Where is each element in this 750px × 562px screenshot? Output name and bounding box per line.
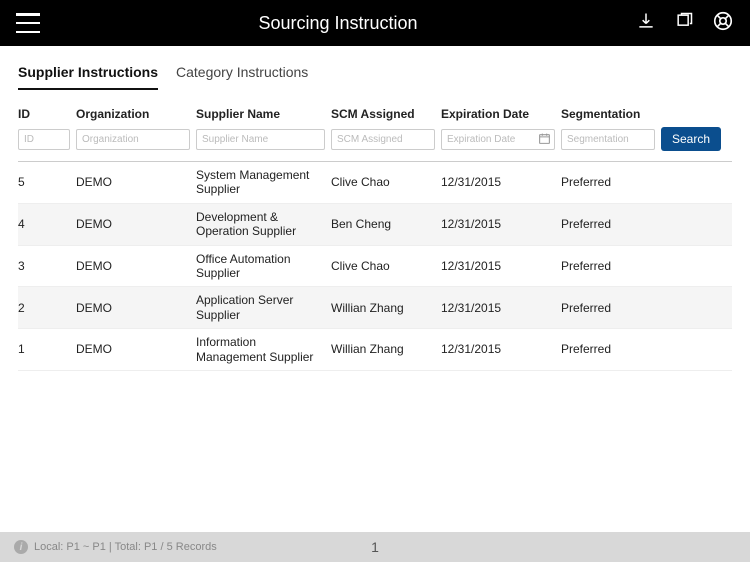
cell-expiration-date: 12/31/2015 (441, 259, 561, 273)
status-text: Local: P1 ~ P1 | Total: P1 / 5 Records (34, 541, 217, 553)
help-icon[interactable] (712, 10, 734, 37)
col-scm-assigned: SCM Assigned (331, 107, 441, 125)
column-headers: ID Organization Supplier Name SCM Assign… (18, 107, 732, 125)
app-header: Sourcing Instruction (0, 0, 750, 46)
col-id: ID (18, 107, 76, 125)
calendar-icon[interactable] (538, 132, 551, 148)
cell-scm-assigned: Ben Cheng (331, 217, 441, 231)
info-icon: i (14, 540, 28, 554)
cell-supplier-name: Information Management Supplier (196, 335, 331, 364)
cell-organization: DEMO (76, 217, 196, 231)
cell-supplier-name: Application Server Supplier (196, 293, 331, 322)
filter-scm-assigned[interactable] (331, 129, 435, 150)
table-row[interactable]: 1DEMOInformation Management SupplierWill… (18, 329, 732, 371)
windows-icon[interactable] (674, 11, 694, 36)
filter-organization[interactable] (76, 129, 190, 150)
col-expiration-date: Expiration Date (441, 107, 561, 125)
cell-segmentation: Preferred (561, 259, 661, 273)
menu-icon[interactable] (16, 13, 40, 33)
cell-organization: DEMO (76, 342, 196, 356)
status-bar: i Local: P1 ~ P1 | Total: P1 / 5 Records… (0, 532, 750, 562)
table-body: 5DEMOSystem Management SupplierClive Cha… (18, 162, 732, 371)
col-supplier-name: Supplier Name (196, 107, 331, 125)
tabs: Supplier Instructions Category Instructi… (18, 64, 732, 91)
tab-category-instructions[interactable]: Category Instructions (176, 64, 308, 90)
cell-expiration-date: 12/31/2015 (441, 342, 561, 356)
cell-segmentation: Preferred (561, 217, 661, 231)
page-title: Sourcing Instruction (40, 13, 636, 34)
search-button[interactable]: Search (661, 127, 721, 151)
cell-segmentation: Preferred (561, 175, 661, 189)
cell-expiration-date: 12/31/2015 (441, 175, 561, 189)
cell-organization: DEMO (76, 259, 196, 273)
download-icon[interactable] (636, 11, 656, 36)
cell-supplier-name: System Management Supplier (196, 168, 331, 197)
cell-scm-assigned: Willian Zhang (331, 301, 441, 315)
filter-segmentation[interactable] (561, 129, 655, 150)
cell-scm-assigned: Clive Chao (331, 259, 441, 273)
cell-supplier-name: Development & Operation Supplier (196, 210, 331, 239)
cell-supplier-name: Office Automation Supplier (196, 252, 331, 281)
cell-id: 4 (18, 217, 76, 231)
col-segmentation: Segmentation (561, 107, 661, 125)
table-row[interactable]: 4DEMODevelopment & Operation SupplierBen… (18, 204, 732, 246)
cell-organization: DEMO (76, 301, 196, 315)
tab-supplier-instructions[interactable]: Supplier Instructions (18, 64, 158, 90)
filter-id[interactable] (18, 129, 70, 150)
cell-organization: DEMO (76, 175, 196, 189)
cell-expiration-date: 12/31/2015 (441, 217, 561, 231)
cell-scm-assigned: Willian Zhang (331, 342, 441, 356)
col-organization: Organization (76, 107, 196, 125)
page-number: 1 (371, 539, 379, 555)
cell-segmentation: Preferred (561, 301, 661, 315)
cell-scm-assigned: Clive Chao (331, 175, 441, 189)
table-row[interactable]: 2DEMOApplication Server SupplierWillian … (18, 287, 732, 329)
cell-expiration-date: 12/31/2015 (441, 301, 561, 315)
filter-row: Search (18, 127, 732, 162)
cell-segmentation: Preferred (561, 342, 661, 356)
table-row[interactable]: 5DEMOSystem Management SupplierClive Cha… (18, 162, 732, 204)
cell-id: 1 (18, 342, 76, 356)
filter-supplier-name[interactable] (196, 129, 325, 150)
cell-id: 2 (18, 301, 76, 315)
cell-id: 5 (18, 175, 76, 189)
cell-id: 3 (18, 259, 76, 273)
table-row[interactable]: 3DEMOOffice Automation SupplierClive Cha… (18, 246, 732, 288)
